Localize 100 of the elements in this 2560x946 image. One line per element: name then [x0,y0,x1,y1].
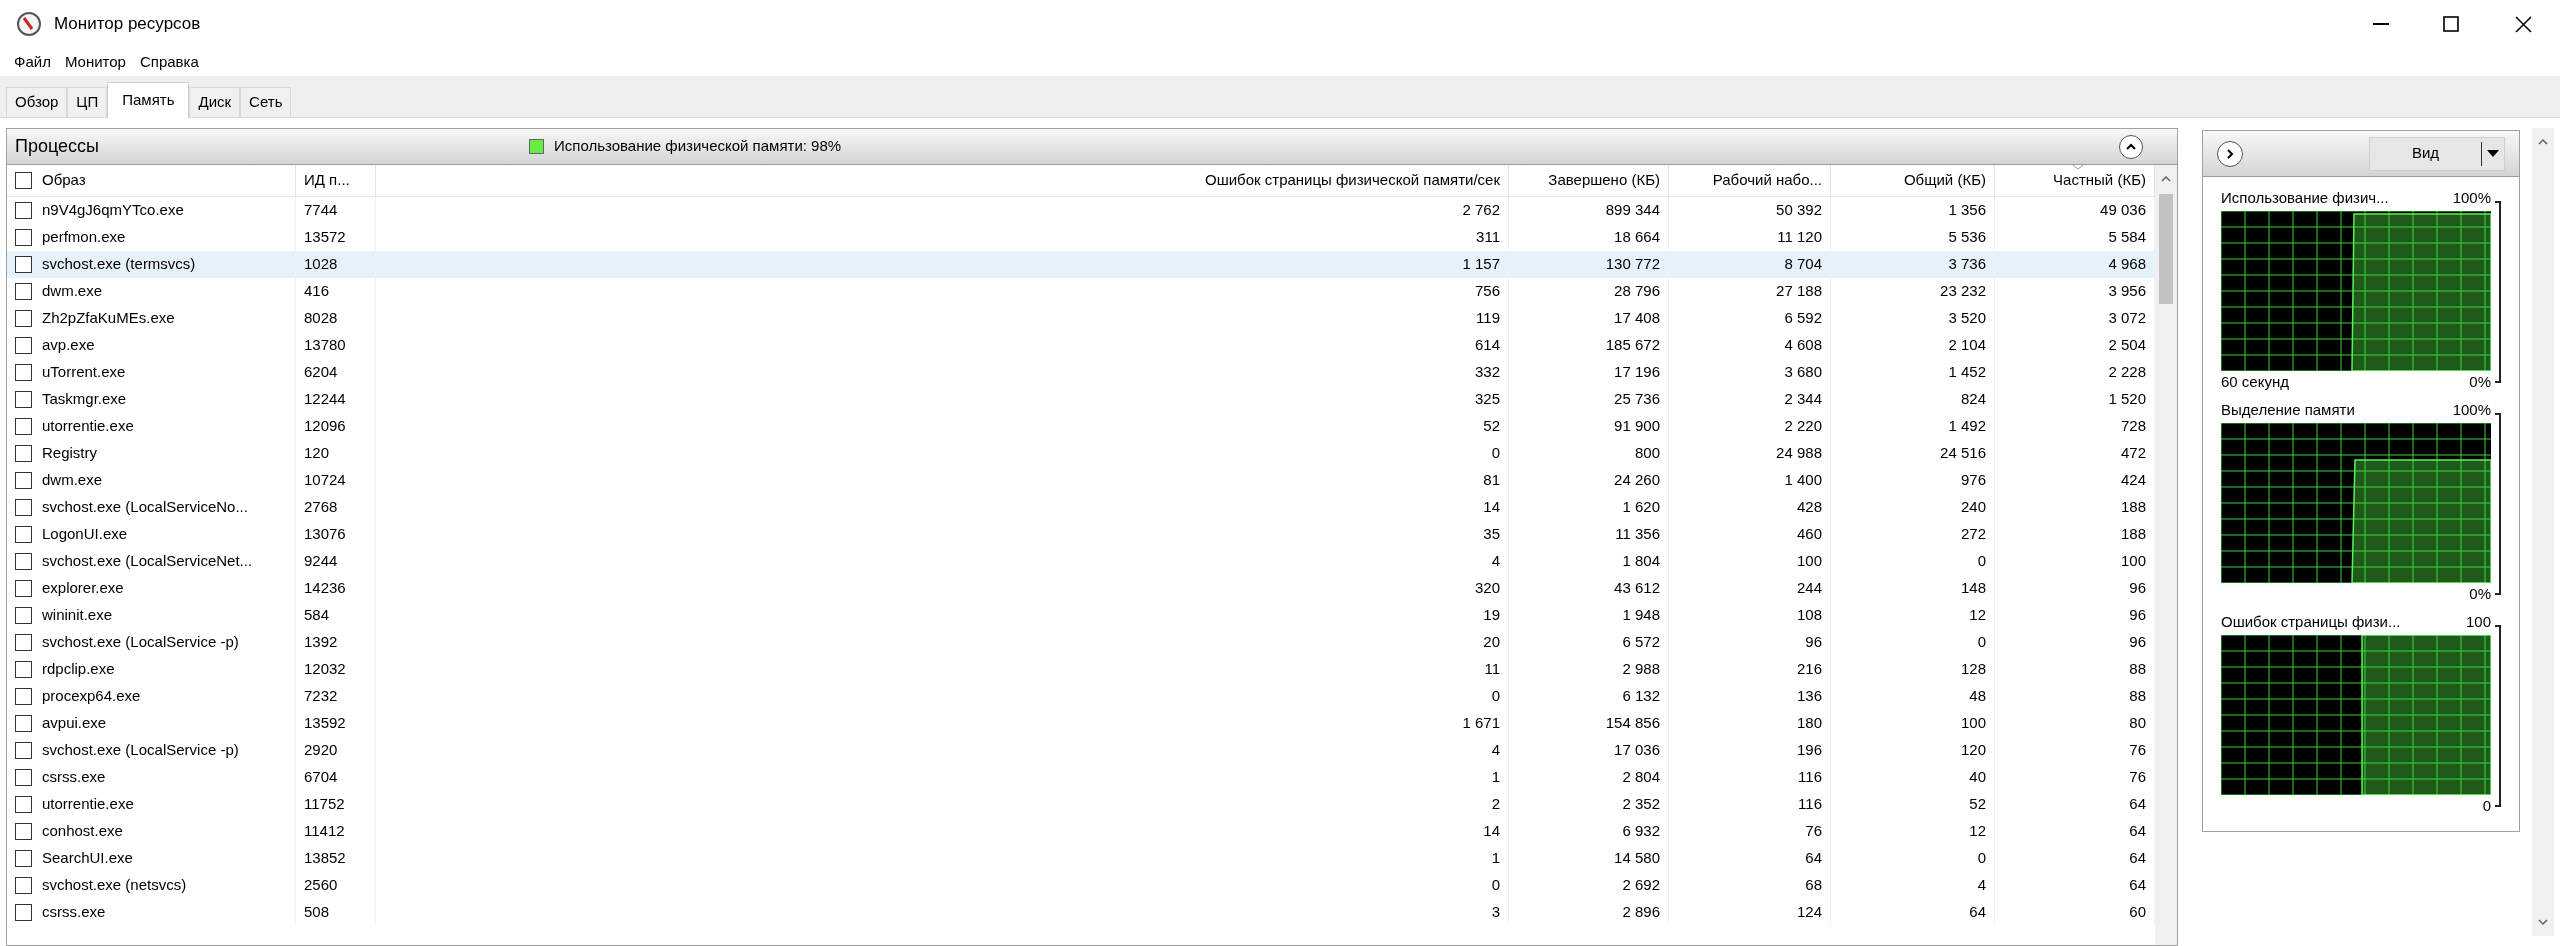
close-icon [2514,15,2532,33]
table-cell-text: 24 988 [1776,443,1822,464]
tab[interactable]: ЦП [67,87,108,117]
table-cell-text: svchost.exe (LocalService -p) [42,740,239,761]
table-cell-text: 2 220 [1784,416,1822,437]
checkbox[interactable] [15,364,32,381]
tab[interactable]: Память [107,82,190,118]
scrollbar-thumb[interactable] [2159,194,2173,304]
checkbox[interactable] [15,742,32,759]
column-header[interactable]: Образ [7,165,296,196]
table-cell-text: 7744 [304,200,338,221]
checkbox[interactable] [15,310,32,327]
checkbox[interactable] [15,256,32,273]
view-button[interactable]: Вид [2369,136,2505,171]
checkbox[interactable] [15,607,32,624]
table-cell-text: 13572 [304,227,346,248]
checkbox[interactable] [15,877,32,894]
graph-min-label: 0% [2469,583,2491,604]
table-cell-text: 96 [1805,632,1822,653]
checkbox[interactable] [15,904,32,921]
table-cell-text: 424 [2120,470,2146,491]
table-cell-text: avp.exe [42,335,95,356]
table-cell-text: 43 612 [1614,578,1660,599]
table-cell-text: 10724 [304,470,346,491]
checkbox[interactable] [15,715,32,732]
tab[interactable]: Обзор [6,87,68,117]
checkbox[interactable] [15,634,32,651]
table-cell-text: 11 120 [1777,227,1822,248]
table-cell-text: 1 804 [1622,551,1660,572]
menu-item[interactable]: Справка [133,50,205,74]
table-cell-text: 14 580 [1614,848,1660,869]
checkbox[interactable] [15,391,32,408]
table-cell-text: 4 [1491,551,1500,572]
checkbox[interactable] [15,769,32,786]
table-cell-text: 11752 [304,794,345,815]
table-cell-text: 0 [1491,686,1500,707]
table-cell-text: 4 968 [2108,254,2146,275]
table-cell-text: 584 [304,605,330,626]
table-cell-text: utorrentie.exe [42,416,134,437]
table-cell-text: 64 [2129,875,2146,896]
table-cell-text: 4 [1491,740,1500,761]
checkbox[interactable] [15,337,32,354]
table-cell-text: 1 452 [1948,362,1986,383]
checkbox[interactable] [15,202,32,219]
checkbox[interactable] [15,580,32,597]
checkbox[interactable] [15,445,32,462]
chevron-right-icon [2226,148,2234,159]
checkbox[interactable] [15,283,32,300]
table-cell-text: 2 762 [1462,200,1500,221]
table-cell-text: csrss.exe [42,902,106,923]
scrollbar[interactable] [2532,128,2554,936]
collapse-button[interactable] [2119,134,2143,159]
checkbox[interactable] [15,688,32,705]
menu-item[interactable]: Файл [8,50,57,74]
column-header[interactable]: Завершено (КБ) [1509,165,1669,196]
expand-button[interactable] [2217,140,2243,167]
scrollbar[interactable] [2155,165,2177,945]
tab[interactable]: Диск [189,87,241,117]
checkbox[interactable] [15,661,32,678]
table-cell-text: 18 664 [1614,227,1660,248]
tab[interactable]: Сеть [240,87,292,117]
column-header[interactable]: Общий (КБ) [1831,165,1995,196]
checkbox[interactable] [15,499,32,516]
column-header[interactable]: Рабочий набо... [1669,165,1831,196]
table-cell-text: 6 932 [1622,821,1660,842]
table-cell-text: 154 856 [1605,713,1660,734]
table-cell-text: 332 [1474,362,1500,383]
checkbox[interactable] [15,472,32,489]
checkbox[interactable] [15,850,32,867]
column-header[interactable]: Ошибок страницы физической памяти/сек [376,165,1509,196]
table-cell-text: 148 [1960,578,1986,599]
menu-item[interactable]: Монитор [58,50,132,74]
checkbox[interactable] [15,553,32,570]
table-cell-text: 4 608 [1784,335,1822,356]
table-cell-text: 76 [2129,740,2146,761]
table-cell-text: 40 [1969,767,1986,788]
checkbox[interactable] [15,823,32,840]
table-cell-text: 120 [304,443,330,464]
table-cell-text: 12244 [304,389,346,410]
table-cell-text: 2 896 [1622,902,1660,923]
table-row[interactable]: svchost.exe (termsvcs) 1028 1 157 130 772 8 704 3 736 4 968 [7,251,2155,278]
checkbox[interactable] [15,172,32,189]
table-cell-text: 2 [1491,794,1500,815]
checkbox[interactable] [15,229,32,246]
table-cell-text: perfmon.exe [42,227,126,248]
column-header[interactable]: ИД п... [296,165,376,196]
table-cell-text: 3 [1491,902,1500,923]
table-cell-text: 52 [1483,416,1500,437]
table-cell-text: wininit.exe [42,605,113,626]
checkbox[interactable] [15,418,32,435]
scroll-up-icon [2161,175,2171,182]
checkbox[interactable] [15,796,32,813]
table-cell-text: 13852 [304,848,346,869]
table-cell-text: 64 [2129,848,2146,869]
checkbox[interactable] [15,526,32,543]
table-cell-text: 96 [2129,632,2146,653]
table-cell-text: 244 [1796,578,1822,599]
table-cell-text: 108 [1796,605,1822,626]
table-cell-text: 11412 [304,821,345,842]
table-cell-text: avpui.exe [42,713,107,734]
